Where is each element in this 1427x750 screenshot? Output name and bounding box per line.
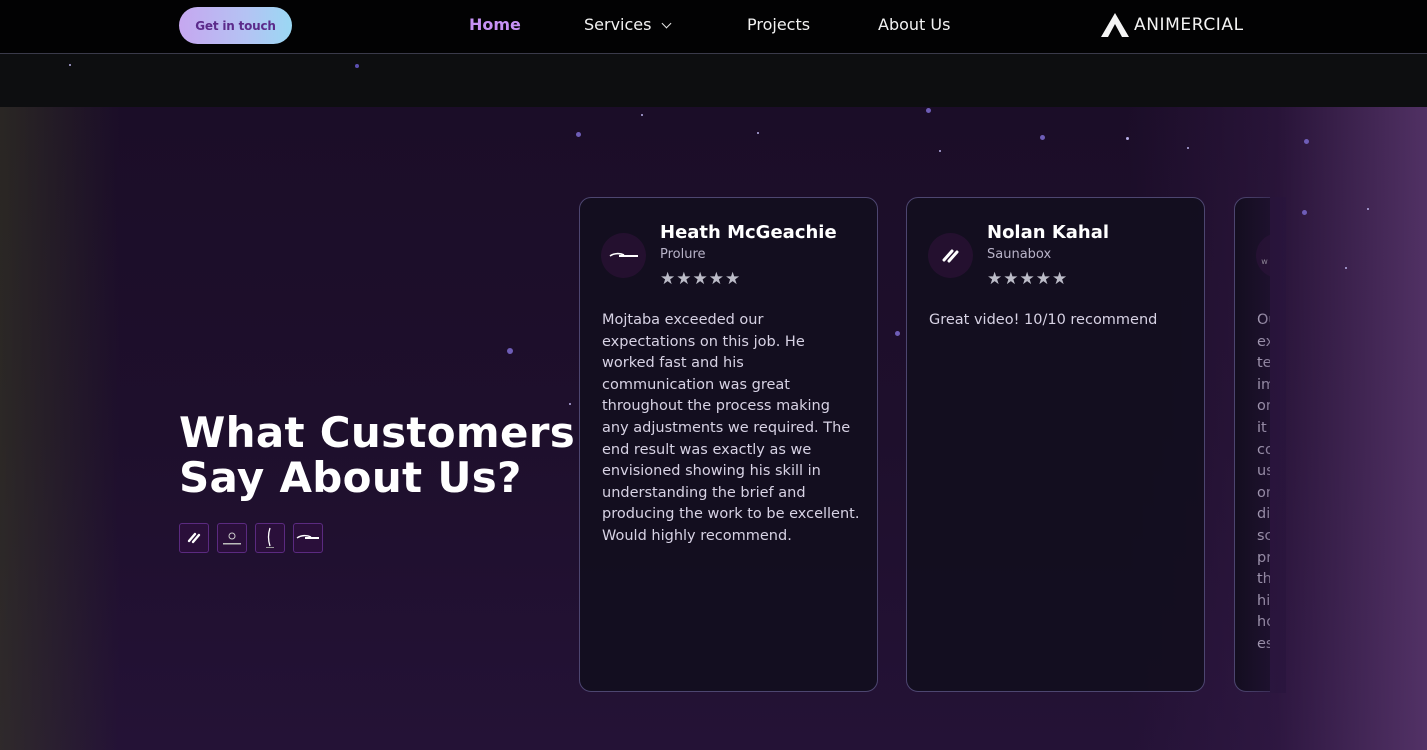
heading-line-1: What Customers (179, 408, 576, 457)
review-line-fragment: th (1257, 571, 1270, 588)
review-line-fragment: Ou (1257, 312, 1270, 328)
review-line-fragment: di (1257, 506, 1270, 523)
nav-item-projects[interactable]: Projects (747, 15, 810, 34)
saunabox-logo-icon[interactable] (179, 523, 209, 553)
animercial-mark-icon (1101, 13, 1129, 37)
review-line-fragment: sc (1257, 527, 1270, 544)
review-line-fragment: it (1257, 419, 1267, 436)
brand-logo[interactable]: ANIMERCIAL (1100, 11, 1244, 39)
prolure-avatar-icon (601, 233, 646, 278)
prolure-logo-icon[interactable] (293, 523, 323, 553)
review-line-fragment: te (1257, 355, 1270, 372)
review-line-fragment: ho (1257, 614, 1270, 631)
chevron-down-icon (662, 18, 672, 29)
review-line-fragment: ex (1257, 333, 1270, 350)
saunabox-avatar-icon (928, 233, 973, 278)
review-line-fragment: on (1257, 398, 1270, 415)
review-text: Mojtaba exceeded our expectations on thi… (602, 312, 860, 544)
review-line-fragment: im (1257, 376, 1270, 393)
heading-line-2: Say About Us? (179, 453, 522, 502)
nav-item-home[interactable]: Home (469, 15, 521, 34)
star-rating: ★★★★★ (660, 269, 742, 289)
review-text-partial: Ou ex te im on it co us on di sc pr th hi ho es (1257, 310, 1270, 656)
reviewer-name: Heath McGeachie (660, 222, 837, 243)
review-line-fragment: es (1257, 635, 1270, 652)
reviewer-company: Saunabox (987, 247, 1052, 262)
winks-avatar-icon: w (1256, 233, 1270, 278)
testimonial-carousel[interactable]: Heath McGeachie Prolure ★★★★★ Mojtaba ex… (579, 197, 1270, 693)
nav-item-services-label: Services (584, 15, 652, 34)
section-heading: What Customers Say About Us? (179, 410, 575, 500)
testimonial-card: Heath McGeachie Prolure ★★★★★ Mojtaba ex… (579, 197, 878, 692)
client-logo-row (179, 523, 323, 553)
review-line-fragment: us (1257, 463, 1270, 480)
gallery-logo-icon[interactable] (255, 523, 285, 553)
testimonial-card: Nolan Kahal Saunabox ★★★★★ Great video! … (906, 197, 1205, 692)
winks-logo-icon[interactable] (217, 523, 247, 553)
star-rating: ★★★★★ (987, 269, 1069, 289)
review-line-fragment: hi (1257, 592, 1270, 609)
reviewer-company: Prolure (660, 247, 706, 262)
nav-item-about-us[interactable]: About Us (878, 15, 950, 34)
review-line-fragment: pr (1257, 549, 1270, 566)
navbar: Get in touch Home Services Projects Abou… (0, 0, 1427, 54)
reviewer-name: Nolan Kahal (987, 222, 1110, 243)
brand-name: ANIMERCIAL (1134, 15, 1244, 35)
review-line-fragment: on (1257, 484, 1270, 501)
nav-item-services[interactable]: Services (584, 15, 672, 34)
review-text: Great video! 10/10 recommend (929, 312, 1158, 328)
testimonial-card-partial: w Ou ex te im on it co us on di sc pr th hi ho es (1234, 197, 1270, 692)
review-line-fragment: co (1257, 441, 1270, 458)
get-in-touch-button[interactable]: Get in touch (179, 7, 292, 44)
